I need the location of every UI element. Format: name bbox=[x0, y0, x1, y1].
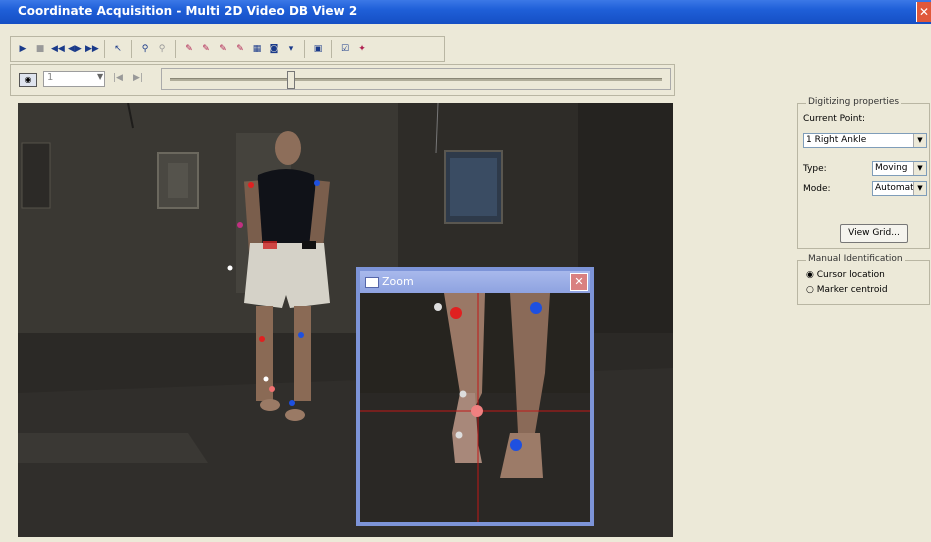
marker-red bbox=[248, 182, 254, 188]
digitizing-properties-group: Digitizing properties Current Point: 1 R… bbox=[797, 97, 930, 249]
current-point-select[interactable]: 1 Right Ankle ▼ bbox=[803, 133, 927, 148]
marker-blue bbox=[289, 400, 295, 406]
marker-red bbox=[259, 336, 265, 342]
marker-pink bbox=[269, 386, 275, 392]
marker-white bbox=[263, 376, 269, 382]
close-zoom-button[interactable]: ✕ bbox=[570, 273, 588, 291]
step-forward-icon[interactable]: ▶▶ bbox=[85, 44, 99, 54]
radio-label: Marker centroid bbox=[816, 285, 888, 295]
frame-toolbar: ◉ 1 ▼ |◀ ▶| bbox=[10, 64, 675, 96]
dropdown-arrow-icon[interactable]: ▾ bbox=[285, 44, 297, 54]
person-head bbox=[275, 131, 301, 165]
marker-white bbox=[459, 390, 467, 398]
camera-icon[interactable]: ◙ bbox=[268, 44, 280, 54]
zoom-title-bar[interactable]: Zoom ✕ bbox=[360, 271, 590, 293]
marker-magenta bbox=[237, 222, 243, 228]
window-title: Coordinate Acquisition - Multi 2D Video … bbox=[18, 4, 358, 18]
marker-blue bbox=[510, 439, 522, 451]
main-toolbar: ▶ ■ ◀◀ ◀▶ ▶▶ ↖ ⚲ ⚲ ✎ ✎ ✎ ✎ ▦ ◙ ▾ ▣ ☑ ✦ bbox=[10, 36, 445, 62]
current-point-label: Current Point: bbox=[803, 114, 866, 124]
grid-icon[interactable]: ▦ bbox=[251, 44, 263, 54]
frame-number-field[interactable]: 1 bbox=[43, 71, 105, 87]
window-title-bar: Coordinate Acquisition - Multi 2D Video … bbox=[0, 0, 931, 24]
camera-select-icon[interactable]: ◉ bbox=[19, 73, 37, 87]
frame-slider[interactable] bbox=[161, 68, 671, 90]
chevron-down-icon[interactable]: ▼ bbox=[913, 134, 926, 147]
zoom-view[interactable] bbox=[360, 293, 590, 522]
step-back-icon[interactable]: ◀▶ bbox=[68, 44, 82, 54]
marker-blue bbox=[314, 180, 320, 186]
slider-thumb[interactable] bbox=[286, 71, 295, 89]
marker-red bbox=[450, 307, 462, 319]
pen-3-icon[interactable]: ✎ bbox=[217, 44, 229, 54]
marker-white bbox=[455, 431, 463, 439]
rewind-icon[interactable]: ◀◀ bbox=[51, 44, 65, 54]
marker-pink bbox=[471, 405, 483, 417]
pen-2-icon[interactable]: ✎ bbox=[200, 44, 212, 54]
window-icon[interactable]: ▣ bbox=[312, 44, 324, 54]
cursor-icon[interactable]: ↖ bbox=[112, 44, 124, 54]
link-icon[interactable]: ✦ bbox=[356, 44, 368, 54]
marker-white bbox=[434, 303, 442, 311]
manual-identification-group: Manual Identification ◉ Cursor location … bbox=[797, 254, 930, 305]
zoom-window: Zoom ✕ bbox=[356, 267, 594, 526]
pen-multi-icon[interactable]: ✎ bbox=[234, 44, 246, 54]
marker-blue bbox=[298, 332, 304, 338]
marker-tool-2-icon[interactable]: ⚲ bbox=[156, 44, 168, 54]
group-label: Digitizing properties bbox=[806, 97, 902, 107]
slider-track bbox=[170, 78, 662, 81]
chevron-down-icon[interactable]: ▼ bbox=[913, 182, 926, 195]
radio-cursor-location[interactable]: ◉ Cursor location bbox=[806, 270, 885, 280]
marker-tool-icon[interactable]: ⚲ bbox=[139, 44, 151, 54]
marker-blue bbox=[530, 302, 542, 314]
type-select[interactable]: Moving ▼ bbox=[872, 161, 927, 176]
person-shirt bbox=[254, 169, 320, 243]
mode-label: Mode: bbox=[803, 184, 831, 194]
toolbar-separator bbox=[304, 40, 305, 58]
radio-label: Cursor location bbox=[816, 270, 885, 280]
radio-marker-centroid[interactable]: ○ Marker centroid bbox=[806, 285, 888, 295]
toolbar-separator bbox=[175, 40, 176, 58]
chevron-down-icon[interactable]: ▼ bbox=[97, 72, 107, 86]
check-icon[interactable]: ☑ bbox=[339, 44, 351, 54]
radio-selected-icon: ◉ bbox=[806, 270, 814, 280]
last-frame-icon[interactable]: ▶| bbox=[133, 73, 143, 83]
mode-select[interactable]: Automatic ▼ bbox=[872, 181, 927, 196]
window-icon bbox=[365, 277, 379, 288]
chevron-down-icon[interactable]: ▼ bbox=[913, 162, 926, 175]
type-label: Type: bbox=[803, 164, 827, 174]
close-window-button[interactable]: ✕ bbox=[916, 2, 931, 22]
current-point-value: 1 Right Ankle bbox=[806, 135, 867, 145]
toolbar-separator bbox=[331, 40, 332, 58]
view-grid-button[interactable]: View Grid... bbox=[840, 224, 908, 243]
pen-icon[interactable]: ✎ bbox=[183, 44, 195, 54]
radio-unselected-icon: ○ bbox=[806, 285, 814, 295]
person-shorts bbox=[244, 243, 330, 308]
stop-icon[interactable]: ■ bbox=[34, 44, 46, 54]
zoom-title: Zoom bbox=[382, 275, 414, 288]
zoom-drawing bbox=[360, 293, 590, 522]
toolbar-separator bbox=[104, 40, 105, 58]
group-label: Manual Identification bbox=[806, 254, 905, 264]
marker-white bbox=[227, 265, 233, 271]
first-frame-icon[interactable]: |◀ bbox=[113, 73, 123, 83]
type-value: Moving bbox=[875, 163, 908, 173]
toolbar-separator bbox=[131, 40, 132, 58]
play-icon[interactable]: ▶ bbox=[17, 44, 29, 54]
